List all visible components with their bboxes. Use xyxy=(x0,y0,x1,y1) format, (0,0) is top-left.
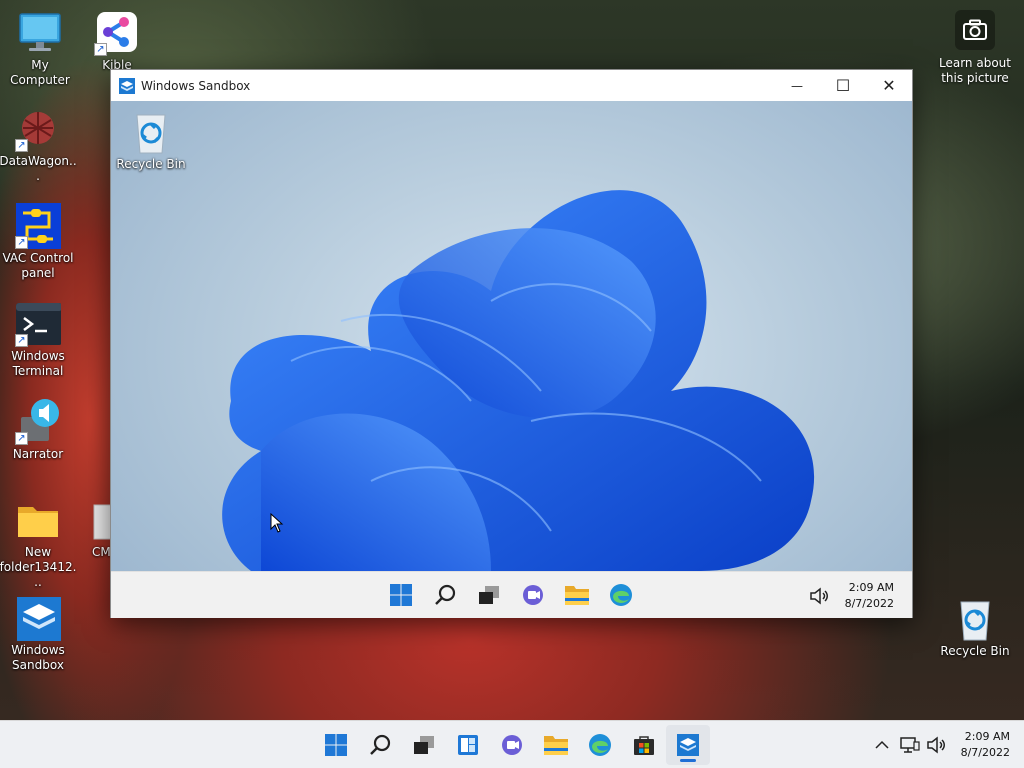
taskbar: 2:09 AM 8/7/2022 xyxy=(0,720,1024,768)
desktop-icon-vac-control-panel[interactable]: ↗ VAC Control panel xyxy=(0,203,78,281)
kible-icon: ↗ xyxy=(94,10,140,56)
desktop-icon-label: DataWagon... xyxy=(0,154,77,183)
sandbox-clock[interactable]: 2:09 AM 8/7/2022 xyxy=(845,580,894,612)
narrator-icon: ↗ xyxy=(15,399,61,445)
shortcut-arrow-icon: ↗ xyxy=(15,432,28,445)
sandbox-recycle-bin-label: Recycle Bin xyxy=(116,157,186,171)
speaker-icon xyxy=(810,587,828,605)
learn-about-picture[interactable]: Learn about this picture xyxy=(935,10,1015,86)
sandbox-app-icon xyxy=(119,77,135,94)
windows-logo-icon xyxy=(325,733,347,756)
clock-time: 2:09 AM xyxy=(964,730,1010,743)
sandbox-search-button[interactable] xyxy=(423,575,467,615)
terminal-icon: ↗ xyxy=(15,301,62,347)
chevron-up-icon xyxy=(875,740,889,749)
speaker-icon xyxy=(927,736,945,754)
desktop-icon-kible[interactable]: ↗ Kible xyxy=(77,10,157,73)
search-icon xyxy=(435,584,456,605)
chat-icon xyxy=(502,734,522,755)
store-button[interactable] xyxy=(622,725,666,765)
sandbox-time: 2:09 AM xyxy=(848,581,894,594)
desktop-icon-windows-sandbox[interactable]: Windows Sandbox xyxy=(0,595,78,673)
folder-icon xyxy=(544,735,568,755)
edge-icon xyxy=(589,733,611,756)
desktop-icon-label: Narrator xyxy=(12,447,64,461)
active-indicator xyxy=(680,758,696,762)
clock-date: 8/7/2022 xyxy=(960,746,1010,759)
datawagon-icon: ↗ xyxy=(15,106,61,152)
maximize-icon: ☐ xyxy=(835,76,851,95)
minimize-icon: — xyxy=(791,78,803,93)
edge-button[interactable] xyxy=(578,725,622,765)
bloom-wallpaper xyxy=(222,190,815,571)
task-view-button[interactable] xyxy=(402,725,446,765)
sandbox-start-button[interactable] xyxy=(379,575,423,615)
desktop-icon-label: Recycle Bin xyxy=(940,644,1010,658)
sandbox-date: 8/7/2022 xyxy=(844,597,894,610)
file-explorer-button[interactable] xyxy=(534,725,578,765)
store-icon xyxy=(634,735,654,755)
folder-icon xyxy=(15,497,61,543)
desktop-icon-narrator[interactable]: ↗ Narrator xyxy=(0,399,78,462)
desktop-icon-recycle-bin[interactable]: Recycle Bin xyxy=(935,596,1015,659)
close-button[interactable]: ✕ xyxy=(866,70,912,101)
desktop-icon-label: CM xyxy=(92,545,111,559)
close-icon: ✕ xyxy=(882,76,896,95)
clock[interactable]: 2:09 AM 8/7/2022 xyxy=(961,729,1010,761)
sandbox-icon xyxy=(15,595,61,641)
sandbox-recycle-bin[interactable]: Recycle Bin xyxy=(111,109,191,172)
desktop-icon-label: My Computer xyxy=(10,58,70,87)
desktop-icon-datawagon[interactable]: ↗ DataWagon... xyxy=(0,106,78,184)
shortcut-arrow-icon: ↗ xyxy=(15,334,28,347)
recycle-bin-icon xyxy=(952,596,998,642)
desktop-icon-cm[interactable]: CM xyxy=(75,497,115,560)
shortcut-arrow-icon: ↗ xyxy=(94,43,107,56)
desktop-icon-label: New folder13412... xyxy=(0,545,77,589)
window-title: Windows Sandbox xyxy=(141,78,251,93)
maximize-button[interactable]: ☐ xyxy=(820,70,866,101)
chat-icon xyxy=(523,585,543,605)
title-bar[interactable]: Windows Sandbox — ☐ ✕ xyxy=(111,70,912,101)
sandbox-taskbar: 2:09 AM 8/7/2022 xyxy=(111,571,912,618)
chat-button[interactable] xyxy=(490,725,534,765)
shortcut-arrow-icon: ↗ xyxy=(15,139,28,152)
volume-button[interactable] xyxy=(918,725,954,765)
widgets-button[interactable] xyxy=(446,725,490,765)
sandbox-volume-button[interactable] xyxy=(799,576,839,616)
recycle-bin-icon xyxy=(128,109,174,155)
sandbox-icon xyxy=(677,733,699,756)
desktop-icon-label: VAC Control panel xyxy=(2,251,74,280)
task-view-icon xyxy=(479,586,499,604)
sandbox-window[interactable]: Windows Sandbox — ☐ ✕ Recycle Bin 2:09 A… xyxy=(110,69,913,618)
sandbox-task-view-button[interactable] xyxy=(467,575,511,615)
desktop-icon-my-computer[interactable]: My Computer xyxy=(0,10,80,88)
network-icon xyxy=(900,737,920,753)
mouse-cursor-icon xyxy=(270,513,284,533)
minimize-button[interactable]: — xyxy=(774,70,820,101)
camera-icon xyxy=(955,10,995,50)
edge-icon xyxy=(610,584,632,606)
desktop-icon-new-folder[interactable]: New folder13412... xyxy=(0,497,78,590)
sandbox-taskbar-button[interactable] xyxy=(666,724,710,765)
search-button[interactable] xyxy=(358,725,402,765)
sandbox-desktop[interactable]: Recycle Bin xyxy=(111,101,912,571)
desktop-icon-label: Windows Terminal xyxy=(11,349,65,378)
desktop-icon-label: Windows Sandbox xyxy=(11,643,65,672)
shortcut-arrow-icon: ↗ xyxy=(15,236,28,249)
folder-icon xyxy=(565,586,589,605)
widgets-icon xyxy=(458,734,478,755)
desktop-icon-windows-terminal[interactable]: ↗ Windows Terminal xyxy=(0,301,78,379)
task-view-icon xyxy=(414,735,434,754)
monitor-icon xyxy=(17,10,63,56)
learn-about-picture-label: Learn about this picture xyxy=(939,56,1011,85)
sandbox-chat-button[interactable] xyxy=(511,575,555,615)
windows-logo-icon xyxy=(390,584,412,606)
search-icon xyxy=(370,734,391,755)
start-button[interactable] xyxy=(314,725,358,765)
sandbox-edge-button[interactable] xyxy=(599,575,643,615)
vac-icon: ↗ xyxy=(15,203,62,249)
sandbox-file-explorer-button[interactable] xyxy=(555,575,599,615)
